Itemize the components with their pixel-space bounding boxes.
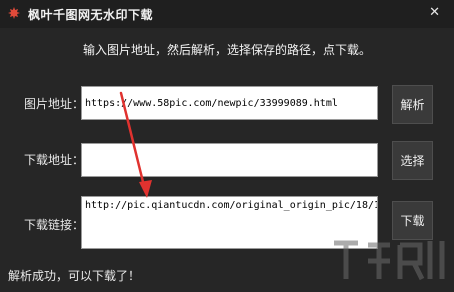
status-text: 解析成功，可以下载了！ (8, 269, 141, 283)
download-path-field[interactable] (81, 143, 378, 177)
image-url-input[interactable] (82, 87, 377, 119)
image-url-label: 图片地址： (24, 97, 85, 111)
maple-leaf-icon (8, 7, 20, 19)
titlebar: 枫叶千图网无水印下载 ✕ (0, 0, 454, 28)
close-icon[interactable]: ✕ (429, 6, 440, 20)
image-url-field[interactable] (81, 86, 378, 120)
download-link-label: 下载链接： (24, 218, 85, 232)
parse-button[interactable]: 解析 (392, 85, 433, 124)
download-path-input[interactable] (82, 144, 377, 176)
download-path-label: 下载地址： (24, 153, 85, 167)
download-link-text[interactable]: http://pic.qiantucdn.com/original_origin… (85, 200, 377, 211)
choose-button[interactable]: 选择 (392, 141, 433, 180)
instruction-text: 输入图片地址，然后解析，选择保存的路径，点下载。 (82, 43, 371, 57)
window-title: 枫叶千图网无水印下载 (28, 8, 154, 22)
app-window: 枫叶千图网无水印下载 ✕ 输入图片地址，然后解析，选择保存的路径，点下载。 图片… (0, 0, 454, 292)
download-link-field[interactable]: http://pic.qiantucdn.com/original_origin… (81, 196, 378, 249)
download-button[interactable]: 下载 (392, 201, 433, 240)
